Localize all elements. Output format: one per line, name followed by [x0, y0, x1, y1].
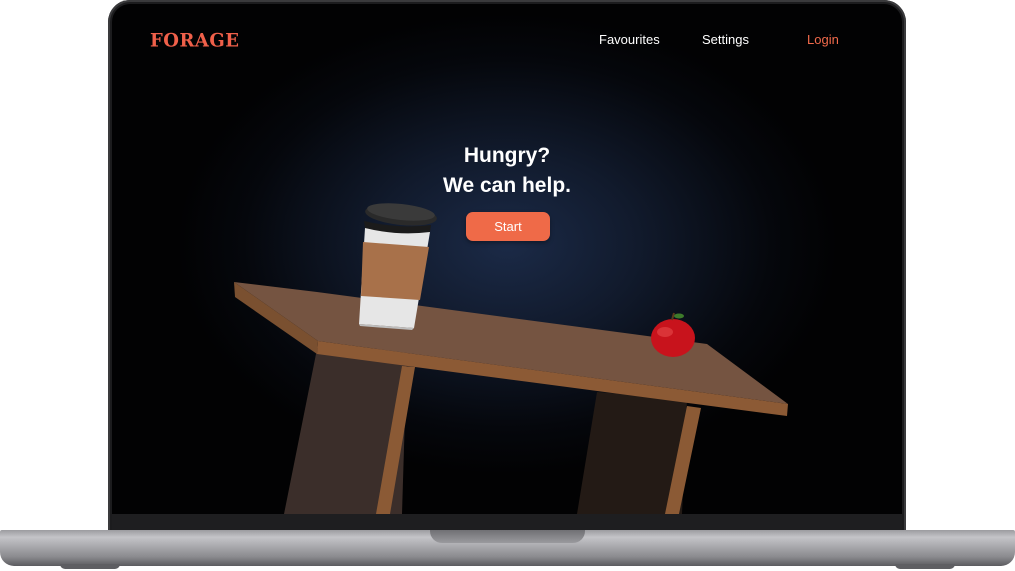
laptop-notch [430, 530, 585, 543]
apple-illustration [651, 312, 695, 357]
laptop-foot-left [60, 564, 120, 569]
start-button[interactable]: Start [466, 212, 550, 241]
hero-heading-line2: We can help. [443, 174, 571, 197]
hero-heading-line1: Hungry? [463, 144, 551, 167]
laptop-foot-right [895, 564, 955, 569]
table-scene-illustration [234, 203, 788, 514]
screen: FORAGE Favourites Settings Login Hungry?… [112, 4, 902, 514]
